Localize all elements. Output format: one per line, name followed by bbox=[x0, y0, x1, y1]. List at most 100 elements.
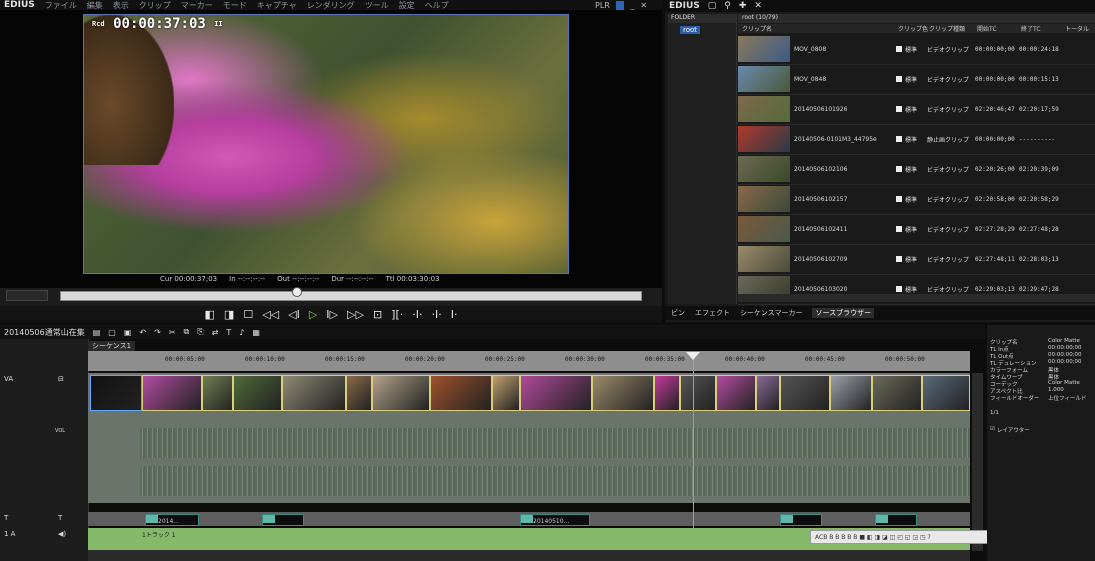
video-clip[interactable] bbox=[430, 375, 492, 411]
bin-clip-row[interactable]: MOV_0808 標準 ビデオクリップ 00:00:00;00 00:00:24… bbox=[738, 34, 1095, 65]
timeline-vscroll[interactable] bbox=[972, 373, 983, 551]
menu-view[interactable]: 表示 bbox=[113, 0, 129, 11]
playhead-line[interactable] bbox=[693, 355, 694, 555]
bin-clip-row[interactable]: 20140506102106 標準 ビデオクリップ 02:20:26;00 02… bbox=[738, 154, 1095, 185]
col-end-tc[interactable]: 終了TC bbox=[1021, 24, 1065, 33]
delete-icon[interactable]: ✕ bbox=[754, 1, 762, 11]
position-handle[interactable] bbox=[292, 287, 302, 297]
video-clip[interactable] bbox=[282, 375, 346, 411]
layouter-toggle[interactable]: ☑ レイアウター bbox=[990, 426, 1094, 434]
col-total[interactable]: トータル bbox=[1065, 24, 1095, 33]
play-icon[interactable]: ▷ bbox=[309, 308, 317, 321]
set-out-icon[interactable]: ◨ bbox=[224, 308, 234, 321]
grid-icon[interactable]: ▦ bbox=[252, 328, 260, 337]
close-icon[interactable]: ✕ bbox=[640, 1, 647, 10]
video-clip[interactable] bbox=[716, 375, 756, 411]
video-clip[interactable] bbox=[780, 375, 830, 411]
bin-clip-row[interactable]: 20140506102411 標準 ビデオクリップ 02:27:28;29 02… bbox=[738, 214, 1095, 245]
video-clip[interactable] bbox=[233, 375, 282, 411]
title-clip[interactable]: 2014... bbox=[145, 514, 199, 526]
insert-icon[interactable]: ][· bbox=[391, 308, 403, 321]
ripple-icon[interactable]: ⇄ bbox=[212, 328, 219, 337]
trim-icon[interactable]: I· bbox=[451, 308, 458, 321]
speaker-icon[interactable]: ◀) bbox=[58, 530, 66, 538]
col-clip-name[interactable]: クリップ名 bbox=[738, 24, 898, 33]
col-clip-type[interactable]: クリップ種類 bbox=[929, 24, 977, 33]
menu-render[interactable]: レンダリング bbox=[307, 0, 355, 11]
mic-icon[interactable]: ♪ bbox=[239, 328, 244, 337]
tab-bin[interactable]: ビン bbox=[671, 308, 685, 318]
replace-icon[interactable]: ·I· bbox=[432, 308, 442, 321]
title-clip[interactable] bbox=[780, 514, 822, 526]
bin-clip-row[interactable]: 20140506101926 標準 ビデオクリップ 02:20:46;47 02… bbox=[738, 94, 1095, 125]
video-clip[interactable] bbox=[202, 375, 233, 411]
minimize-icon[interactable]: _ bbox=[630, 1, 634, 10]
video-clip[interactable] bbox=[346, 375, 372, 411]
open-icon[interactable]: ▢ bbox=[108, 328, 116, 337]
step-back-icon[interactable]: ◁I bbox=[288, 308, 300, 321]
folder-icon[interactable]: ▢ bbox=[708, 1, 717, 11]
stop-icon[interactable]: ☐ bbox=[243, 308, 253, 321]
undo-icon[interactable]: ↶ bbox=[139, 328, 146, 337]
menu-mode[interactable]: モード bbox=[223, 0, 247, 11]
video-clip[interactable] bbox=[90, 375, 142, 411]
copy-icon[interactable]: ⧉ bbox=[184, 327, 190, 337]
bin-scrollbar[interactable] bbox=[738, 294, 1095, 302]
step-forward-icon[interactable]: I▷ bbox=[326, 308, 338, 321]
bin-clip-row[interactable]: 20140506102709 標準 ビデオクリップ 02:27:48;11 02… bbox=[738, 244, 1095, 275]
timeline-hscroll[interactable] bbox=[88, 550, 970, 561]
menu-tools[interactable]: ツール bbox=[365, 0, 389, 11]
overwrite-icon[interactable]: ·I· bbox=[412, 308, 422, 321]
menu-edit[interactable]: 編集 bbox=[87, 0, 103, 11]
position-slider[interactable] bbox=[60, 291, 642, 301]
video-clip[interactable] bbox=[830, 375, 872, 411]
col-clip-color[interactable]: クリップ色 bbox=[898, 24, 929, 33]
menu-capture[interactable]: キャプチャ bbox=[257, 0, 297, 11]
pl-badge[interactable] bbox=[615, 0, 625, 10]
video-clip[interactable] bbox=[492, 375, 520, 411]
set-in-icon[interactable]: ◧ bbox=[205, 308, 215, 321]
add-clip-icon[interactable]: ✚ bbox=[739, 1, 747, 11]
video-clip[interactable] bbox=[872, 375, 922, 411]
video-clip[interactable] bbox=[680, 375, 716, 411]
paste-icon[interactable]: ⎘ bbox=[197, 327, 203, 337]
checkbox-icon[interactable]: ☑ bbox=[990, 426, 995, 433]
title-clip[interactable] bbox=[875, 514, 917, 526]
tab-source-browser[interactable]: ソースブラウザー bbox=[812, 308, 875, 318]
va-icon[interactable]: ⊟ bbox=[58, 375, 64, 383]
bin-clip-row[interactable]: 20140506-0101M3_44795e 標準 静止画クリップ 00:00:… bbox=[738, 124, 1095, 155]
tab-sequence-marker[interactable]: シーケンスマーカー bbox=[740, 308, 802, 318]
menu-marker[interactable]: マーカー bbox=[181, 0, 213, 11]
video-clip[interactable] bbox=[142, 375, 202, 411]
title-clip[interactable]: 20140510... bbox=[520, 514, 590, 526]
video-clip[interactable] bbox=[922, 375, 970, 411]
col-start-tc[interactable]: 開始TC bbox=[977, 24, 1021, 33]
bin-clip-row[interactable]: 20140506102157 標準 ビデオクリップ 02:20:58;00 02… bbox=[738, 184, 1095, 215]
video-clip[interactable] bbox=[372, 375, 430, 411]
menu-file[interactable]: ファイル bbox=[45, 0, 77, 11]
video-clip[interactable] bbox=[756, 375, 780, 411]
tab-effects[interactable]: エフェクト bbox=[695, 308, 730, 318]
new-sequence-icon[interactable]: ▤ bbox=[93, 328, 101, 337]
rewind-icon[interactable]: ◁◁ bbox=[262, 308, 279, 321]
video-clip[interactable] bbox=[520, 375, 592, 411]
sequence-tab[interactable]: シーケンス1 bbox=[88, 341, 136, 351]
folder-root[interactable]: root bbox=[680, 26, 701, 34]
redo-icon[interactable]: ↷ bbox=[154, 328, 161, 337]
shuttle-control[interactable] bbox=[6, 290, 48, 301]
title-clip[interactable] bbox=[262, 514, 304, 526]
video-clip[interactable] bbox=[592, 375, 654, 411]
playhead-marker[interactable] bbox=[686, 352, 700, 360]
t-icon[interactable]: T bbox=[58, 514, 62, 522]
loop-icon[interactable]: ⊡ bbox=[373, 308, 382, 321]
menu-help[interactable]: ヘルプ bbox=[425, 0, 449, 11]
fast-forward-icon[interactable]: ▷▷ bbox=[347, 308, 364, 321]
text-icon[interactable]: T bbox=[226, 328, 231, 337]
search-icon[interactable]: ⚲ bbox=[724, 1, 731, 11]
menu-settings[interactable]: 設定 bbox=[399, 0, 415, 11]
pl-toggle[interactable]: PLR bbox=[595, 1, 610, 10]
bin-clip-row[interactable]: MOV_0848 標準 ビデオクリップ 00:00:00;00 00:00:15… bbox=[738, 64, 1095, 95]
video-clip[interactable] bbox=[654, 375, 680, 411]
menu-clip[interactable]: クリップ bbox=[139, 0, 171, 11]
cut-icon[interactable]: ✂ bbox=[169, 328, 176, 337]
